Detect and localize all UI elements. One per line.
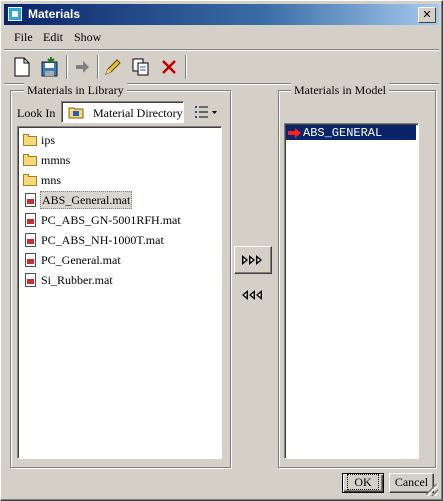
toolbar	[4, 51, 439, 83]
remove-from-model-button[interactable]	[234, 281, 272, 309]
library-list-item[interactable]: ABS_General.mat	[22, 191, 133, 209]
copy-icon	[132, 58, 149, 76]
library-list-item[interactable]: mns	[22, 171, 62, 189]
title-bar[interactable]: Materials ✕	[4, 4, 439, 25]
edit-pencil-icon	[105, 59, 121, 75]
add-to-model-button[interactable]	[234, 246, 272, 274]
library-legend: Materials in Library	[24, 83, 127, 98]
material-file-icon	[22, 212, 38, 228]
menu-file[interactable]: File	[14, 30, 33, 45]
menu-edit[interactable]: Edit	[43, 30, 63, 45]
window-title: Materials	[28, 7, 81, 21]
library-item-label: mns	[41, 173, 62, 187]
library-item-label: PC_ABS_NH-1000T.mat	[41, 233, 164, 247]
library-item-label: PC_ABS_GN-5001RFH.mat	[41, 213, 181, 227]
material-file-icon	[22, 232, 38, 248]
look-in-dropdown[interactable]: Material Directory	[61, 101, 184, 123]
triple-left-arrow-icon	[242, 290, 262, 300]
triple-right-arrow-icon	[242, 255, 262, 265]
library-item-label: PC_General.mat	[41, 253, 121, 267]
new-material-icon	[14, 57, 30, 77]
new-material-button[interactable]	[10, 55, 34, 79]
assign-arrow-icon	[76, 61, 89, 73]
folder-icon	[22, 172, 38, 188]
ok-button[interactable]: OK	[342, 473, 384, 493]
material-file-icon	[22, 252, 38, 268]
library-item-label: Si_Rubber.mat	[41, 273, 113, 287]
library-item-label: ABS_General.mat	[40, 191, 133, 209]
directory-icon	[68, 107, 84, 119]
copy-button[interactable]	[129, 55, 153, 79]
save-material-icon	[41, 57, 58, 77]
library-list-item[interactable]: PC_ABS_NH-1000T.mat	[22, 231, 165, 249]
library-file-list[interactable]: ips mmns mns ABS_General.mat PC_ABS_GN-5001R…	[17, 126, 222, 459]
library-list-item[interactable]: mmns	[22, 151, 71, 169]
model-legend: Materials in Model	[291, 83, 389, 98]
library-list-item[interactable]: ips	[22, 131, 56, 149]
look-in-label: Look In	[17, 106, 56, 120]
active-material-arrow-icon	[288, 127, 301, 138]
library-list-item[interactable]: PC_ABS_GN-5001RFH.mat	[22, 211, 182, 229]
list-view-icon	[195, 106, 217, 118]
library-item-label: mmns	[41, 153, 71, 167]
model-material-list[interactable]	[284, 123, 419, 459]
ok-label: OK	[347, 474, 379, 490]
materials-dialog: Materials ✕ File Edit Show Materials in …	[0, 0, 443, 501]
folder-icon	[22, 152, 38, 168]
model-list-item[interactable]: ABS_GENERAL	[286, 125, 416, 140]
edit-button[interactable]	[101, 55, 125, 79]
save-material-button[interactable]	[38, 55, 62, 79]
library-list-item[interactable]: Si_Rubber.mat	[22, 271, 114, 289]
app-icon	[8, 7, 22, 21]
material-file-icon	[22, 272, 38, 288]
assign-button[interactable]	[70, 55, 94, 79]
look-in-value: Material Directory	[93, 106, 183, 120]
library-item-label: ips	[41, 133, 56, 147]
folder-icon	[22, 132, 38, 148]
library-list-item[interactable]: PC_General.mat	[22, 251, 122, 269]
view-options-button[interactable]	[191, 102, 221, 122]
material-file-icon	[22, 192, 38, 208]
resize-grip[interactable]	[426, 484, 438, 496]
close-button[interactable]: ✕	[418, 7, 436, 23]
delete-button[interactable]	[157, 55, 181, 79]
model-item-label: ABS_GENERAL	[303, 125, 383, 140]
delete-x-icon	[162, 60, 176, 74]
menu-show[interactable]: Show	[74, 30, 101, 45]
